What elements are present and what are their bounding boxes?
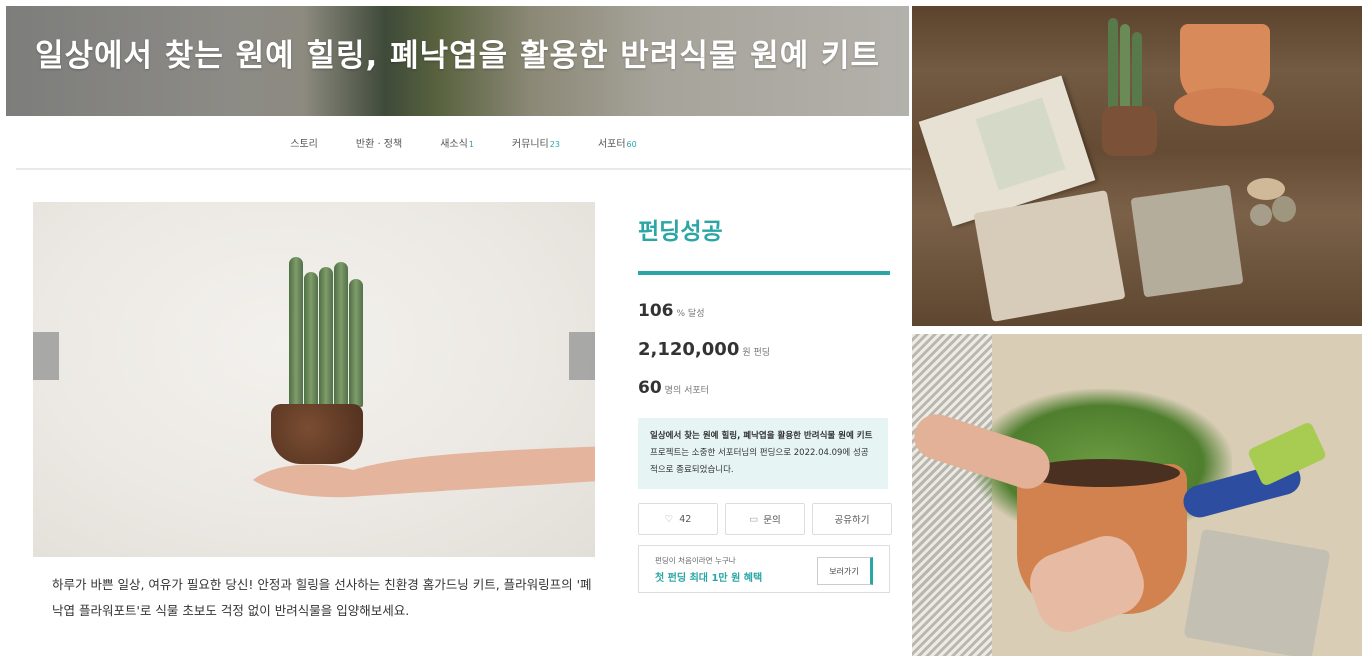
tab-community[interactable]: 커뮤니티23 <box>512 135 560 150</box>
tab-news-label: 새소식 <box>440 138 468 150</box>
like-button[interactable]: ♡ 42 <box>638 503 718 535</box>
supporters-unit: 명의 서포터 <box>664 386 709 396</box>
pot-saucer <box>1174 88 1274 126</box>
plant-leaf <box>1108 18 1118 113</box>
stone <box>1250 204 1272 226</box>
funding-complete-notice: 일상에서 찾는 원예 힐링, 폐낙엽을 활용한 반려식물 원예 키트 프로젝트는… <box>638 418 888 489</box>
next-slide-button[interactable] <box>569 332 595 380</box>
promo-caption: 펀딩이 처음이라면 누구나 <box>655 556 736 565</box>
funding-page: 일상에서 찾는 원예 힐링, 폐낙엽을 활용한 반려식물 원예 키트 스토리 반… <box>6 6 911 656</box>
tab-news-badge: 1 <box>468 139 474 149</box>
funding-panel: 펀딩성공 106% 달성 2,120,000 원 펀딩 60 명의 서포터 일상에서… <box>638 202 893 593</box>
share-button[interactable]: 공유하기 <box>812 503 892 535</box>
plant-leaf <box>1132 32 1142 114</box>
funding-status: 펀딩성공 <box>638 219 723 245</box>
plant-leaf <box>334 262 348 407</box>
tab-supporters-badge: 60 <box>626 139 637 149</box>
inquiry-label: 문의 <box>763 515 781 526</box>
share-label: 공유하기 <box>834 515 870 526</box>
funding-progress-bar <box>638 271 890 275</box>
tab-refund-label: 반환 · 정책 <box>355 138 403 150</box>
tab-supporters-label: 서포터 <box>597 138 626 150</box>
tab-story-label: 스토리 <box>290 138 318 150</box>
clear-bag <box>1130 184 1244 298</box>
plant-leaf <box>289 257 303 407</box>
percent-unit: % 달성 <box>676 309 705 319</box>
promo-title: 첫 펀딩 최대 1만 원 혜택 <box>655 573 763 584</box>
tab-refund-policy[interactable]: 반환 · 정책 <box>356 135 402 150</box>
action-buttons: ♡ 42 ▭ 문의 공유하기 <box>638 503 893 535</box>
kit-contents-photo <box>912 6 1362 326</box>
tab-story[interactable]: 스토리 <box>290 135 318 150</box>
amount-unit: 원 펀딩 <box>742 348 771 358</box>
page-title: 일상에서 찾는 원예 힐링, 폐낙엽을 활용한 반려식물 원예 키트 <box>34 38 881 74</box>
hand-illustration <box>253 446 595 498</box>
stat-percent: 106% 달성 <box>638 301 893 321</box>
tab-news[interactable]: 새소식1 <box>440 135 474 150</box>
stat-supporters: 60 명의 서포터 <box>638 378 893 398</box>
first-funding-promo[interactable]: 펀딩이 처음이라면 누구나 첫 펀딩 최대 1만 원 혜택 보러가기 <box>638 545 890 593</box>
plant-leaf <box>319 267 333 407</box>
heart-icon: ♡ <box>664 513 674 525</box>
supporters-value: 60 <box>638 378 662 398</box>
hero-banner: 일상에서 찾는 원예 힐링, 폐낙엽을 활용한 반려식물 원예 키트 <box>6 6 909 116</box>
chat-icon: ▭ <box>749 513 759 525</box>
plant-leaf <box>304 272 318 407</box>
prev-slide-button[interactable] <box>33 332 59 380</box>
stat-amount: 2,120,000 원 펀딩 <box>638 339 893 360</box>
clear-bag <box>1183 528 1331 656</box>
notice-project-name: 일상에서 찾는 원예 힐링, 폐낙엽을 활용한 반려식물 원예 키트 <box>650 431 873 441</box>
main-product-photo <box>33 202 595 557</box>
amount-value: 2,120,000 <box>638 339 740 360</box>
inquiry-button[interactable]: ▭ 문의 <box>725 503 805 535</box>
tab-community-label: 커뮤니티 <box>511 138 549 150</box>
tab-community-badge: 23 <box>549 139 560 149</box>
booklet-photo <box>975 97 1066 191</box>
tab-supporters[interactable]: 서포터60 <box>598 135 637 150</box>
plant-leaf <box>1120 24 1130 114</box>
soil-bag <box>973 190 1126 322</box>
percent-value: 106 <box>638 301 674 321</box>
stone <box>1272 196 1296 222</box>
plant-leaf <box>349 279 363 407</box>
promo-view-button[interactable]: 보러가기 <box>817 557 873 585</box>
like-count: 42 <box>679 513 692 525</box>
project-description: 하루가 바쁜 일상, 여유가 필요한 당신! 안정과 힐링을 선사하는 친환경 … <box>52 577 592 618</box>
tab-nav: 스토리 반환 · 정책 새소식1 커뮤니티23 서포터60 <box>16 116 911 170</box>
planting-photo <box>912 334 1362 656</box>
notice-text: 프로젝트는 소중한 서포터님의 펀딩으로 2022.04.09에 성공적으로 종… <box>650 448 869 475</box>
soil-ball <box>1102 106 1157 156</box>
